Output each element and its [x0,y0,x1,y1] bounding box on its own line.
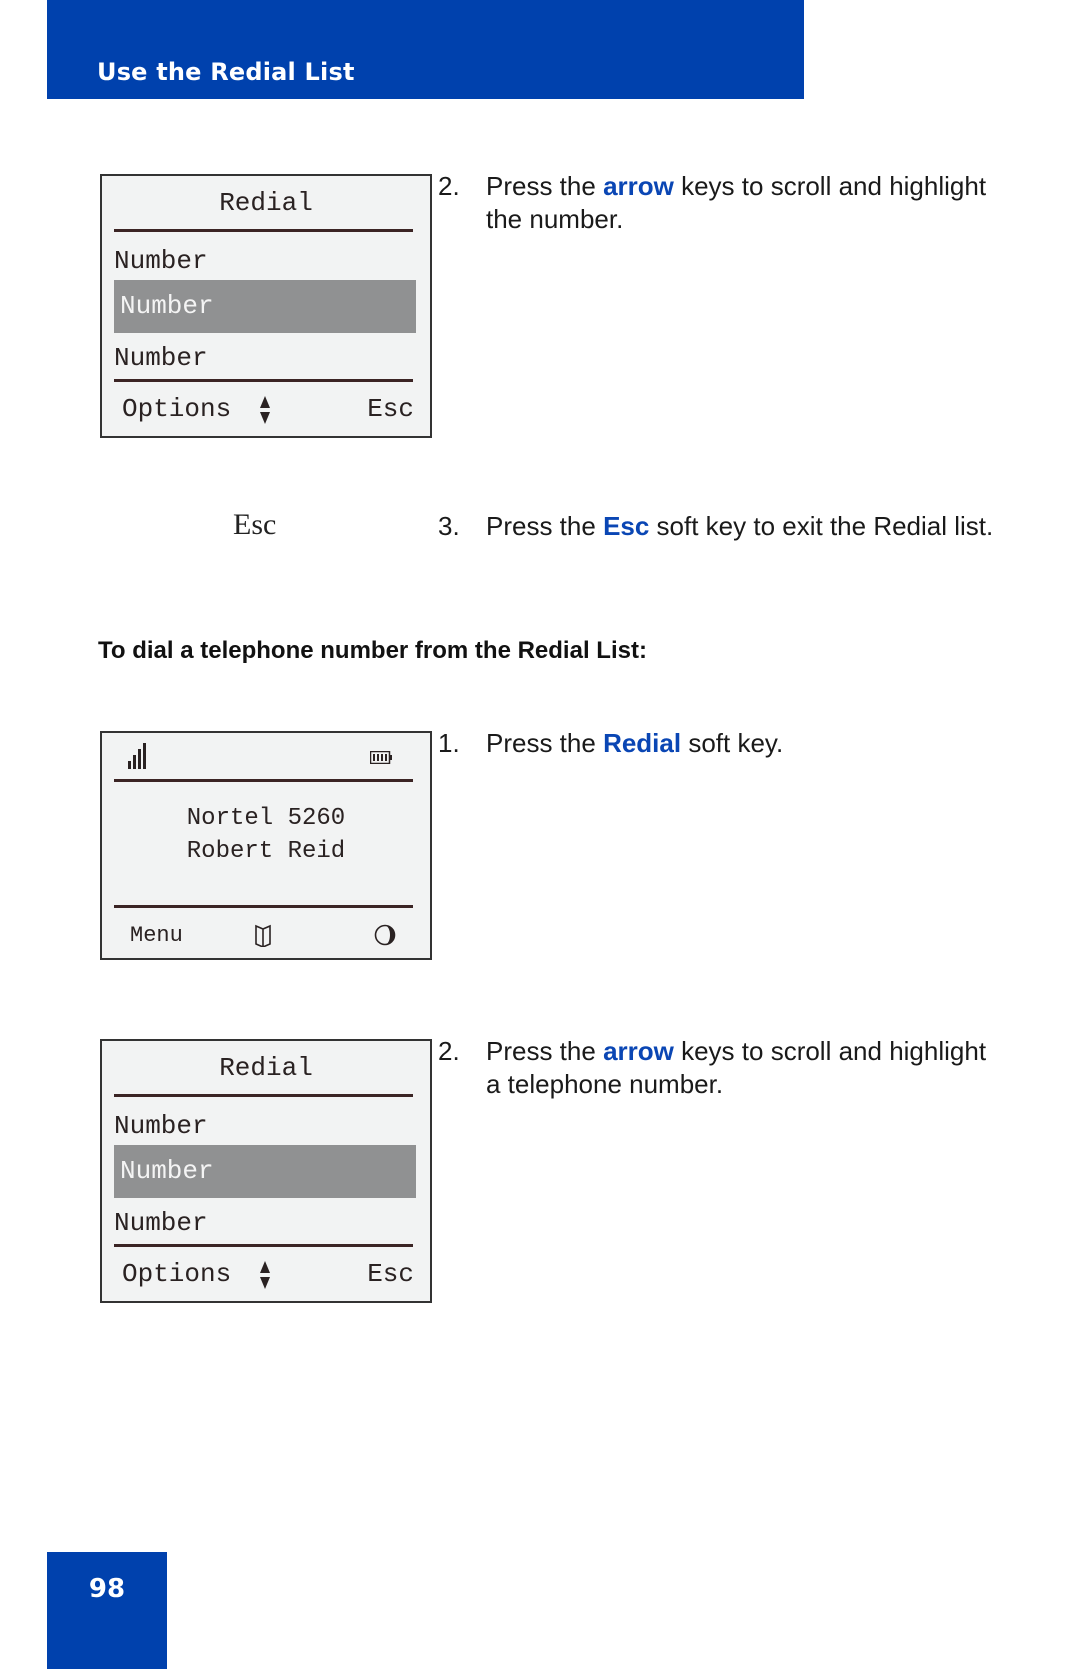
step-text: Press the arrow keys to scroll and highl… [486,171,987,234]
keyword-esc: Esc [603,511,650,541]
directory-book-icon[interactable] [254,923,272,947]
divider [114,229,413,232]
phone-screen-redial-list: Redial Number Number Number Options Esc [100,174,432,438]
step-text: Press the Redial soft key. [486,728,784,758]
phone-screen-redial-list: Redial Number Number Number Options Esc [100,1039,432,1303]
divider [114,379,413,382]
options-softkey[interactable]: Options [122,1259,231,1289]
step-text: Press the arrow keys to scroll and highl… [486,1036,987,1099]
screen-title: Redial [219,1053,313,1083]
phone-model: Nortel 5260 [186,805,346,832]
list-item[interactable]: Number [114,246,208,276]
page-title: Use the Redial List [97,58,355,86]
list-item-highlighted[interactable]: Number [114,1145,416,1198]
list-item-highlighted[interactable]: Number [114,280,416,333]
divider [114,905,413,908]
menu-softkey[interactable]: Menu [130,923,183,948]
list-item[interactable]: Number [114,1208,208,1238]
phone-screen-idle: Nortel 5260 Robert Reid Menu [100,731,432,960]
redial-icon[interactable] [374,923,396,947]
section-heading: To dial a telephone number from the Redi… [98,637,647,664]
scroll-arrows-icon [260,1261,270,1289]
divider [114,779,413,782]
esc-softkey[interactable]: Esc [367,394,414,424]
divider [114,1094,413,1097]
screen-title: Redial [219,188,313,218]
list-item[interactable]: Number [114,343,208,373]
step-number: 3. [438,511,460,541]
list-item[interactable]: Number [114,1111,208,1141]
step-number: 2. [438,171,460,201]
battery-icon [370,751,392,764]
options-softkey[interactable]: Options [122,394,231,424]
scroll-arrows-icon [260,396,270,424]
step-number: 2. [438,1036,460,1066]
page-number-box: 98 [47,1552,167,1669]
keyword-arrow: arrow [603,1036,674,1066]
signal-strength-icon [128,743,146,769]
header-band: Use the Redial List [47,0,804,99]
esc-key-label: Esc [233,508,277,541]
divider [114,1244,413,1247]
user-name: Robert Reid [186,838,346,865]
keyword-arrow: arrow [603,171,674,201]
page-number: 98 [88,1574,126,1604]
step-number: 1. [438,728,460,758]
esc-softkey[interactable]: Esc [367,1259,414,1289]
keyword-redial: Redial [603,728,682,758]
step-text: Press the Esc soft key to exit the Redia… [486,511,994,541]
